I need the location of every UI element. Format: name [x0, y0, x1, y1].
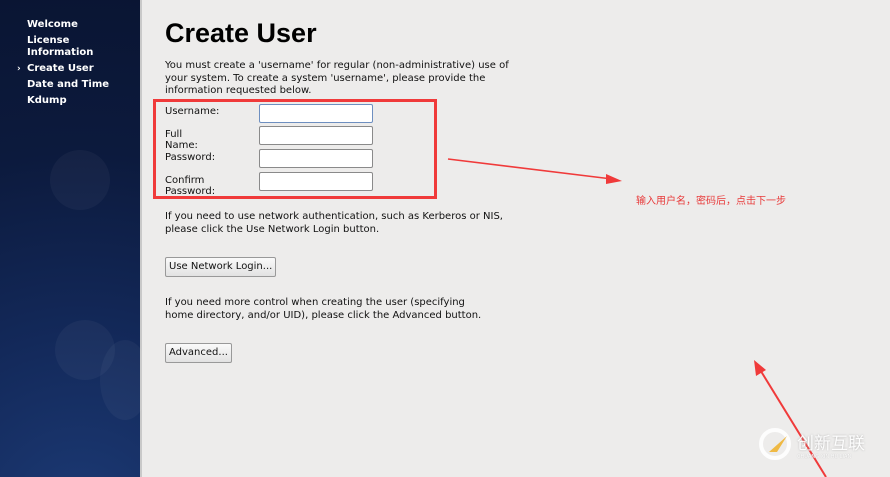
annotation-note: 输入用户名，密码后，点击下一步	[636, 196, 786, 207]
watermark-logo: 创新互联 CHUANG XIN HU LIAN	[757, 426, 865, 462]
annotation-arrow-right	[447, 158, 613, 180]
watermark-logo-icon	[759, 428, 791, 460]
annotation-arrows	[447, 158, 827, 477]
arrow-head-icon	[754, 360, 766, 376]
arrow-head-icon	[606, 174, 622, 184]
